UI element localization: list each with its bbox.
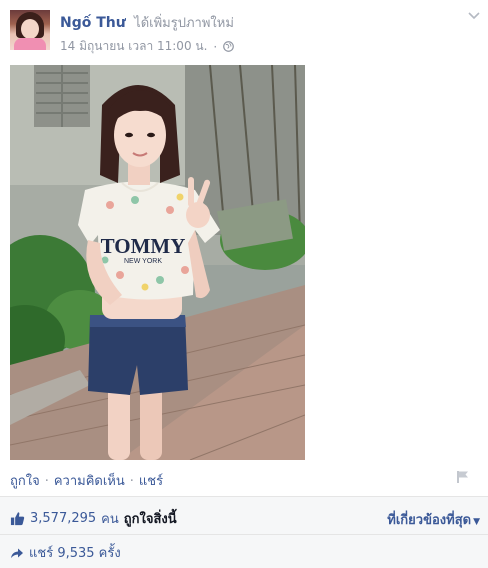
post-action-bar: ถูกใจ · ความคิดเห็น · แชร์ bbox=[10, 470, 163, 491]
comment-link[interactable]: ความคิดเห็น bbox=[54, 474, 125, 489]
author-name-link[interactable]: Ngố Thư bbox=[60, 15, 126, 31]
likes-summary: 3,577,295 คน ถูกใจสิ่งนี้ bbox=[10, 508, 177, 529]
author-avatar[interactable] bbox=[10, 10, 50, 50]
shirt-brand-text: TOMMY bbox=[101, 234, 186, 258]
facebook-post: Ngố Thư ได้เพิ่มรูปภาพใหม่ 14 มิถุนายน เ… bbox=[0, 0, 488, 568]
comment-sort-dropdown[interactable]: ที่เกี่ยวข้องที่สุด ▼ bbox=[387, 509, 480, 530]
likes-label: ถูกใจสิ่งนี้ bbox=[123, 512, 177, 527]
post-photo[interactable]: TOMMY NEW YORK bbox=[10, 65, 305, 460]
shares-count: แชร์ 9,535 ครั้ง bbox=[29, 546, 121, 561]
shirt-subtext: NEW YORK bbox=[124, 258, 162, 265]
action-separator: · bbox=[129, 474, 134, 489]
likes-count[interactable]: 3,577,295 bbox=[30, 511, 96, 526]
chevron-down-icon[interactable] bbox=[468, 11, 480, 21]
post-action-text: ได้เพิ่มรูปภาพใหม่ bbox=[134, 16, 234, 31]
flag-icon[interactable] bbox=[456, 470, 470, 484]
share-arrow-icon bbox=[11, 548, 23, 558]
likes-unit: คน bbox=[101, 512, 119, 527]
thumbs-up-icon bbox=[10, 512, 25, 526]
globe-icon[interactable] bbox=[223, 41, 235, 52]
caret-down-icon: ▼ bbox=[473, 517, 480, 527]
feedback-divider bbox=[0, 534, 488, 535]
like-link[interactable]: ถูกใจ bbox=[10, 474, 40, 489]
post-timestamp-link[interactable]: 14 มิถุนายน เวลา 11:00 น. bbox=[60, 37, 207, 56]
sort-label: ที่เกี่ยวข้องที่สุด bbox=[387, 513, 472, 528]
action-separator: · bbox=[44, 474, 49, 489]
post-meta: 14 มิถุนายน เวลา 11:00 น. · bbox=[60, 37, 235, 56]
shares-summary[interactable]: แชร์ 9,535 ครั้ง bbox=[10, 542, 121, 563]
share-link[interactable]: แชร์ bbox=[139, 474, 163, 489]
post-header: Ngố Thư ได้เพิ่มรูปภาพใหม่ bbox=[60, 12, 234, 33]
meta-separator: · bbox=[213, 39, 218, 54]
